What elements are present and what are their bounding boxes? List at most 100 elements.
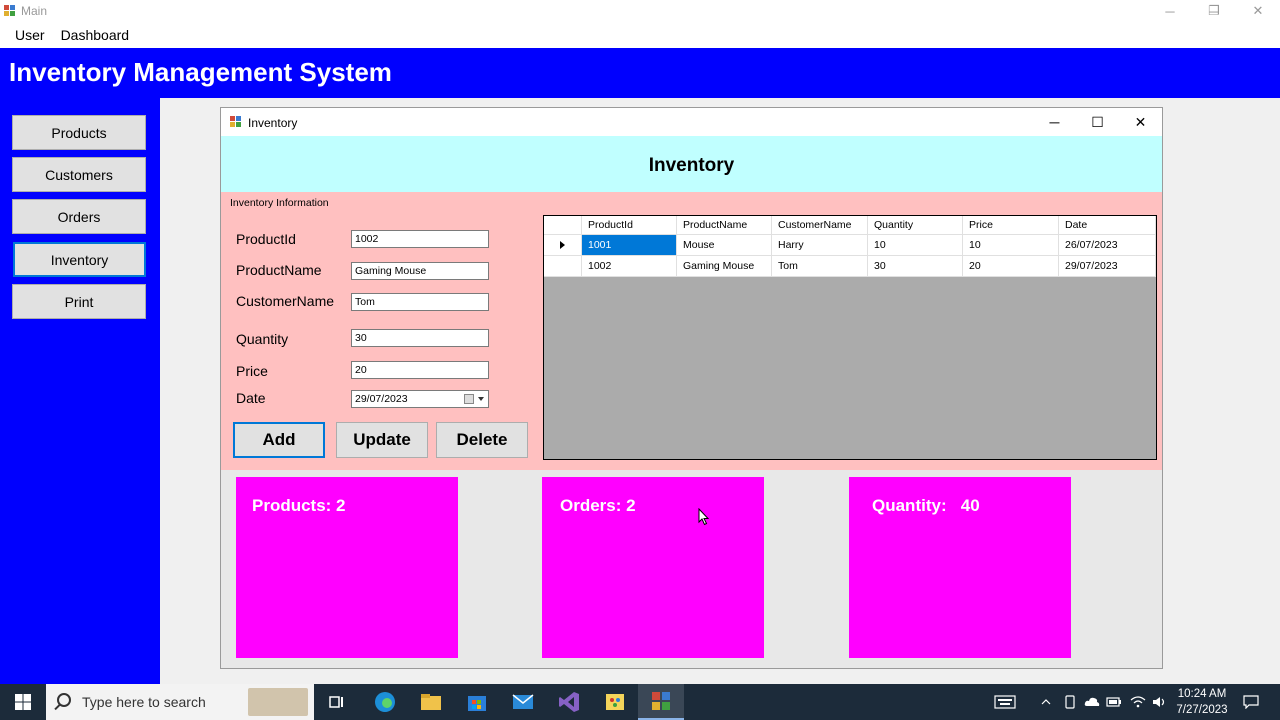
quantity-total: Quantity: 40 bbox=[872, 496, 980, 515]
row-header[interactable] bbox=[544, 235, 582, 256]
price-label: Price bbox=[236, 363, 268, 379]
table-cell[interactable]: 10 bbox=[963, 235, 1059, 256]
product-id-label: ProductId bbox=[236, 231, 296, 247]
table-cell[interactable]: Mouse bbox=[677, 235, 772, 256]
sidebar-print-button[interactable]: Print bbox=[12, 284, 146, 319]
customer-name-input[interactable]: Tom bbox=[351, 293, 489, 311]
table-cell[interactable]: Harry bbox=[772, 235, 868, 256]
wifi-icon[interactable] bbox=[1128, 684, 1148, 720]
product-name-input[interactable]: Gaming Mouse bbox=[351, 262, 489, 280]
quantity-input[interactable]: 30 bbox=[351, 329, 489, 347]
page-title: Inventory bbox=[648, 155, 735, 176]
minimize-main-button[interactable]: ─ bbox=[1148, 0, 1192, 22]
product-id-input[interactable]: 1002 bbox=[351, 230, 489, 248]
clock-date: 7/27/2023 bbox=[1176, 704, 1228, 716]
volume-icon[interactable] bbox=[1150, 684, 1170, 720]
delete-button[interactable]: Delete bbox=[436, 422, 528, 458]
grid-header: ProductId ProductName CustomerName Quant… bbox=[544, 216, 1156, 235]
mail-icon[interactable] bbox=[500, 684, 546, 720]
quantity-stat-card: Quantity: 40 bbox=[849, 477, 1071, 658]
edge-icon[interactable] bbox=[362, 684, 408, 720]
quantity-label: Quantity bbox=[236, 331, 289, 347]
taskbar-search[interactable]: Type here to search bbox=[46, 684, 314, 720]
inventory-information-panel: Inventory Information ProductId 1002 Pro… bbox=[221, 192, 1162, 470]
task-view-icon[interactable] bbox=[314, 684, 360, 720]
search-placeholder: Type here to search bbox=[82, 694, 206, 710]
app-icon bbox=[4, 5, 15, 16]
table-cell[interactable]: 29/07/2023 bbox=[1059, 256, 1156, 277]
column-header[interactable]: ProductId bbox=[582, 216, 677, 235]
date-label: Date bbox=[236, 390, 266, 406]
chevron-up-icon[interactable] bbox=[1036, 684, 1056, 720]
search-highlight-image bbox=[248, 688, 308, 716]
table-row[interactable]: 1001 Mouse Harry 10 10 26/07/2023 bbox=[544, 235, 1156, 256]
paint-icon[interactable] bbox=[592, 684, 638, 720]
table-cell[interactable]: Tom bbox=[772, 256, 868, 277]
cloud-icon[interactable] bbox=[1082, 684, 1102, 720]
close-button[interactable]: ✕ bbox=[1119, 108, 1162, 136]
menu-bar: User Dashboard bbox=[0, 22, 1280, 48]
column-header[interactable]: ProductName bbox=[677, 216, 772, 235]
chevron-down-icon[interactable] bbox=[478, 397, 484, 401]
date-picker[interactable]: 29/07/2023 bbox=[351, 390, 489, 408]
search-icon bbox=[57, 693, 71, 707]
table-cell[interactable]: 20 bbox=[963, 256, 1059, 277]
add-button[interactable]: Add bbox=[233, 422, 325, 458]
file-explorer-icon[interactable] bbox=[408, 684, 454, 720]
update-button[interactable]: Update bbox=[336, 422, 428, 458]
keyboard-icon[interactable] bbox=[990, 684, 1020, 720]
table-cell[interactable]: 26/07/2023 bbox=[1059, 235, 1156, 256]
price-input[interactable]: 20 bbox=[351, 361, 489, 379]
column-header[interactable]: Date bbox=[1059, 216, 1156, 235]
menu-dashboard[interactable]: Dashboard bbox=[53, 27, 138, 43]
table-row[interactable]: 1002 Gaming Mouse Tom 30 20 29/07/2023 bbox=[544, 256, 1156, 277]
close-main-button[interactable]: ✕ bbox=[1236, 0, 1280, 22]
orders-stat-card: Orders: 2 bbox=[542, 477, 764, 658]
taskbar-clock[interactable]: 10:24 AM 7/27/2023 bbox=[1172, 686, 1232, 718]
inventory-window: Inventory ─ ☐ ✕ Inventory Inventory Info… bbox=[220, 107, 1163, 669]
products-stat-card: Products: 2 bbox=[236, 477, 458, 658]
inventory-window-title: Inventory bbox=[248, 116, 298, 130]
start-button[interactable] bbox=[0, 684, 46, 720]
restore-main-button[interactable]: ❐ bbox=[1192, 0, 1236, 22]
sidebar: Products Customers Orders Inventory Prin… bbox=[0, 98, 160, 684]
table-cell[interactable]: 1001 bbox=[582, 235, 677, 256]
header-panel: Inventory bbox=[221, 136, 1162, 192]
row-header-corner bbox=[544, 216, 582, 235]
store-icon[interactable] bbox=[454, 684, 500, 720]
mouse-cursor-icon bbox=[698, 508, 710, 526]
minimize-button[interactable]: ─ bbox=[1033, 108, 1076, 136]
battery-icon[interactable] bbox=[1104, 684, 1124, 720]
inventory-grid[interactable]: ProductId ProductName CustomerName Quant… bbox=[543, 215, 1157, 460]
taskbar: Type here to search 10:24 AM 7/27/2023 bbox=[0, 684, 1280, 720]
sidebar-inventory-button[interactable]: Inventory bbox=[13, 242, 146, 277]
product-name-label: ProductName bbox=[236, 262, 322, 278]
main-titlebar: Main ─ ─ ❐ ✕ bbox=[0, 0, 1280, 22]
visual-studio-icon[interactable] bbox=[546, 684, 592, 720]
table-cell[interactable]: 10 bbox=[868, 235, 963, 256]
inventory-app-taskbar-icon[interactable] bbox=[638, 684, 684, 720]
device-icon[interactable] bbox=[1060, 684, 1080, 720]
calendar-icon[interactable] bbox=[464, 394, 474, 404]
customer-name-label: CustomerName bbox=[236, 293, 335, 309]
sidebar-customers-button[interactable]: Customers bbox=[12, 157, 146, 192]
notification-icon[interactable] bbox=[1236, 684, 1266, 720]
main-window-title: Main bbox=[21, 4, 48, 18]
group-label: Inventory Information bbox=[230, 197, 329, 209]
app-title: Inventory Management System bbox=[9, 57, 392, 87]
sidebar-products-button[interactable]: Products bbox=[12, 115, 146, 150]
date-value: 29/07/2023 bbox=[355, 393, 408, 405]
app-banner: Inventory Management System bbox=[0, 48, 1280, 98]
table-cell[interactable]: 1002 bbox=[582, 256, 677, 277]
table-cell[interactable]: Gaming Mouse bbox=[677, 256, 772, 277]
sidebar-orders-button[interactable]: Orders bbox=[12, 199, 146, 234]
menu-user[interactable]: User bbox=[7, 27, 53, 43]
maximize-button[interactable]: ☐ bbox=[1076, 108, 1119, 136]
column-header[interactable]: Price bbox=[963, 216, 1059, 235]
column-header[interactable]: CustomerName bbox=[772, 216, 868, 235]
window-icon bbox=[230, 116, 241, 127]
table-cell[interactable]: 30 bbox=[868, 256, 963, 277]
orders-count: Orders: 2 bbox=[560, 496, 636, 515]
column-header[interactable]: Quantity bbox=[868, 216, 963, 235]
row-header[interactable] bbox=[544, 256, 582, 277]
